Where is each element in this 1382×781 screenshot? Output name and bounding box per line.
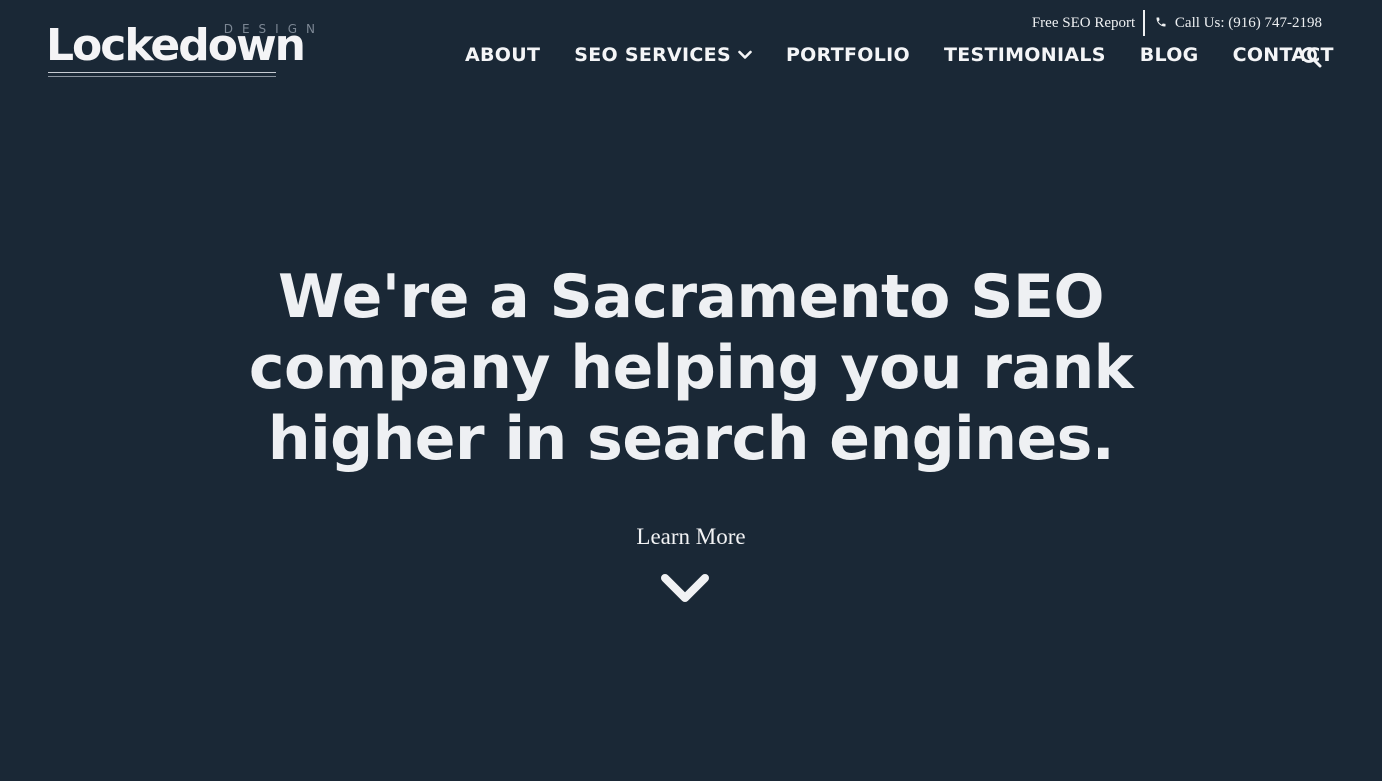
nav-item-testimonials[interactable]: TESTIMONIALS <box>944 41 1106 69</box>
learn-more-link[interactable]: Learn More <box>591 524 791 550</box>
call-us-link[interactable]: Call Us: (916) 747-2198 <box>1155 15 1322 32</box>
hero-headline: We're a Sacramento SEO company helping y… <box>248 262 1134 474</box>
nav-item-label: ABOUT <box>465 44 541 66</box>
search-icon[interactable] <box>1299 45 1323 69</box>
utility-bar: Free SEO Report Call Us: (916) 747-2198 <box>1032 10 1322 36</box>
utility-divider <box>1143 10 1146 36</box>
phone-icon <box>1156 17 1166 26</box>
free-seo-report-link[interactable]: Free SEO Report <box>1032 15 1135 32</box>
nav-item-about[interactable]: ABOUT <box>465 41 540 69</box>
chevron-down-icon <box>738 50 752 59</box>
nav-item-label: BLOG <box>1139 44 1199 66</box>
chevron-down-icon[interactable] <box>659 570 711 608</box>
call-us-text: Call Us: (916) 747-2198 <box>1174 14 1322 31</box>
nav-item-label: TESTIMONIALS <box>943 44 1106 66</box>
logo-subtext: DESIGN <box>223 22 324 36</box>
site-logo[interactable]: Lockedown DESIGN <box>46 20 328 82</box>
page: Lockedown DESIGN Free SEO Report Call Us… <box>0 0 1382 781</box>
logo-underline <box>48 72 276 73</box>
nav-item-label: PORTFOLIO <box>785 44 910 66</box>
nav-item-blog[interactable]: BLOG <box>1140 41 1199 69</box>
logo-underline-secondary <box>48 76 276 77</box>
nav-item-label: SEO SERVICES <box>574 44 731 66</box>
main-nav: ABOUT SEO SERVICES PORTFOLIO TESTIMONIAL… <box>465 41 1368 69</box>
nav-item-seo-services[interactable]: SEO SERVICES <box>574 41 752 69</box>
nav-item-portfolio[interactable]: PORTFOLIO <box>786 41 910 69</box>
